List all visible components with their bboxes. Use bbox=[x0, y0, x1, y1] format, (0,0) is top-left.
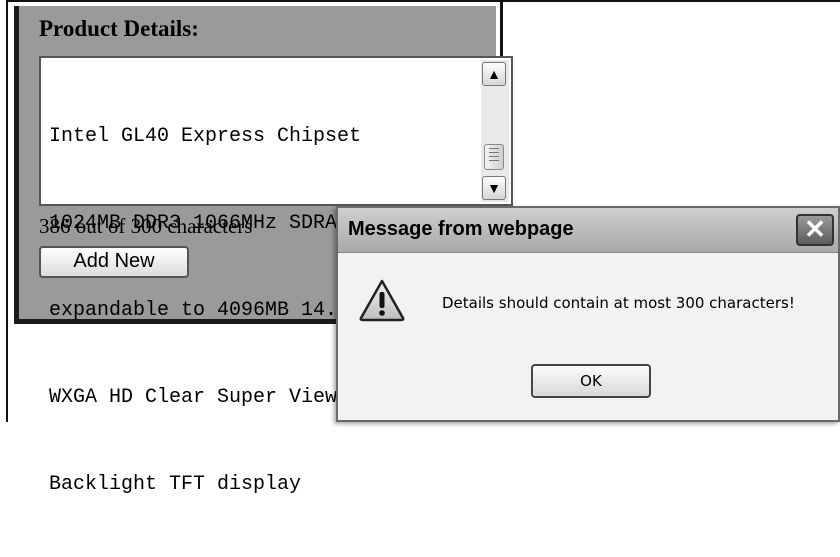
character-counter: 386 out of 300 characters bbox=[39, 214, 253, 238]
details-textarea[interactable]: Intel GL40 Express Chipset 1024MB DDR3 1… bbox=[39, 56, 513, 496]
dialog-close-button[interactable]: ✕ bbox=[796, 214, 834, 246]
chevron-down-icon: ▼ bbox=[487, 180, 501, 196]
panel-title: Product Details: bbox=[39, 16, 199, 41]
chevron-up-icon: ▲ bbox=[487, 66, 501, 82]
scroll-thumb[interactable] bbox=[484, 144, 504, 170]
message-dialog: Message from webpage ✕ Details should co… bbox=[336, 206, 840, 422]
page-frame-top bbox=[6, 0, 840, 2]
dialog-message: Details should contain at most 300 chara… bbox=[442, 294, 795, 312]
dialog-title: Message from webpage bbox=[348, 218, 574, 240]
scroll-up-button[interactable]: ▲ bbox=[482, 62, 506, 86]
ok-button[interactable]: OK bbox=[531, 364, 651, 398]
dialog-titlebar[interactable]: Message from webpage ✕ bbox=[338, 208, 838, 253]
details-line: Intel GL40 Express Chipset bbox=[49, 125, 362, 148]
details-line: Backlight TFT display bbox=[49, 473, 302, 496]
scroll-down-button[interactable]: ▼ bbox=[482, 176, 506, 200]
close-icon: ✕ bbox=[804, 214, 826, 244]
page-frame-left bbox=[6, 0, 8, 422]
warning-icon bbox=[359, 279, 405, 322]
add-new-button[interactable]: Add New bbox=[39, 246, 189, 278]
details-scrollbar[interactable]: ▲ ▼ bbox=[481, 60, 509, 202]
